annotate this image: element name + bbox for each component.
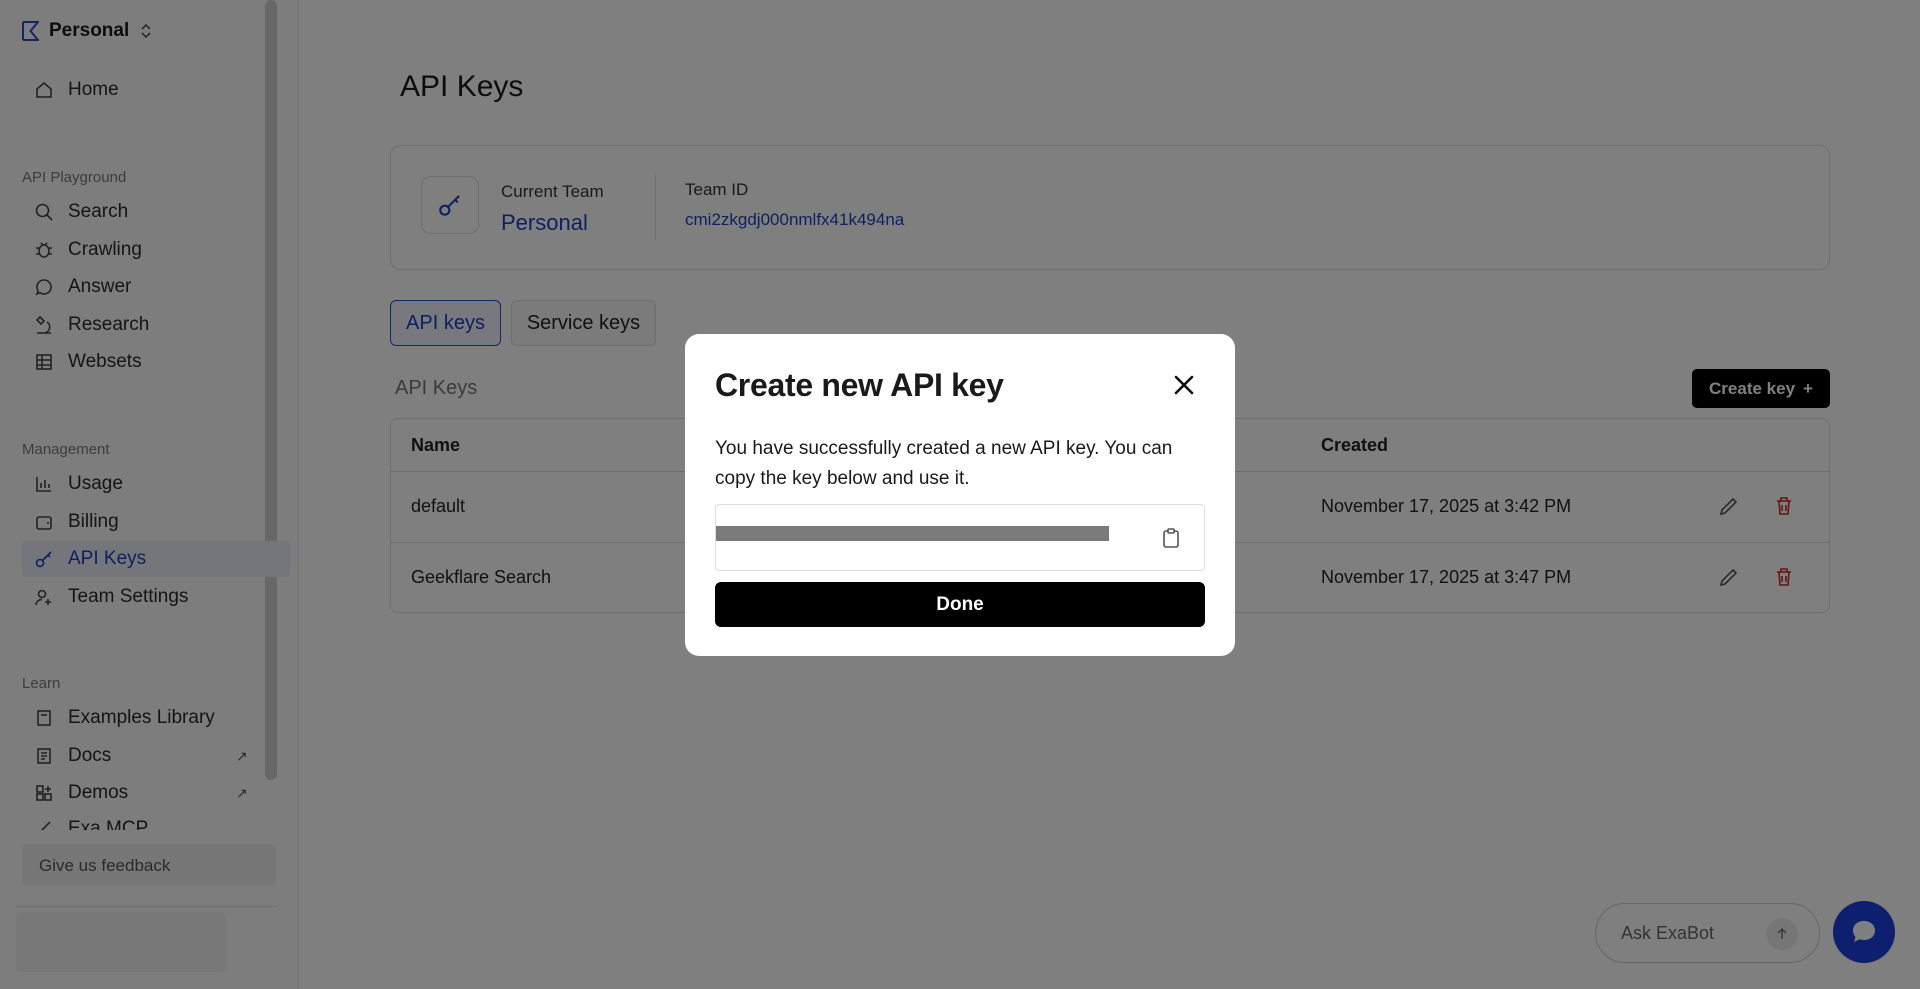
clipboard-icon[interactable] — [1160, 527, 1182, 549]
redaction-bar — [716, 526, 1109, 541]
done-button[interactable]: Done — [715, 582, 1205, 627]
dialog-message: You have successfully created a new API … — [715, 438, 1173, 489]
dialog-title: Create new API key — [715, 367, 1004, 403]
api-key-field[interactable]: 43960ff3-0828-43bf-8a38-1728f0004ca — [715, 504, 1205, 571]
create-api-key-dialog: Create new API key You have successfully… — [685, 334, 1235, 656]
close-icon[interactable] — [1168, 369, 1200, 401]
